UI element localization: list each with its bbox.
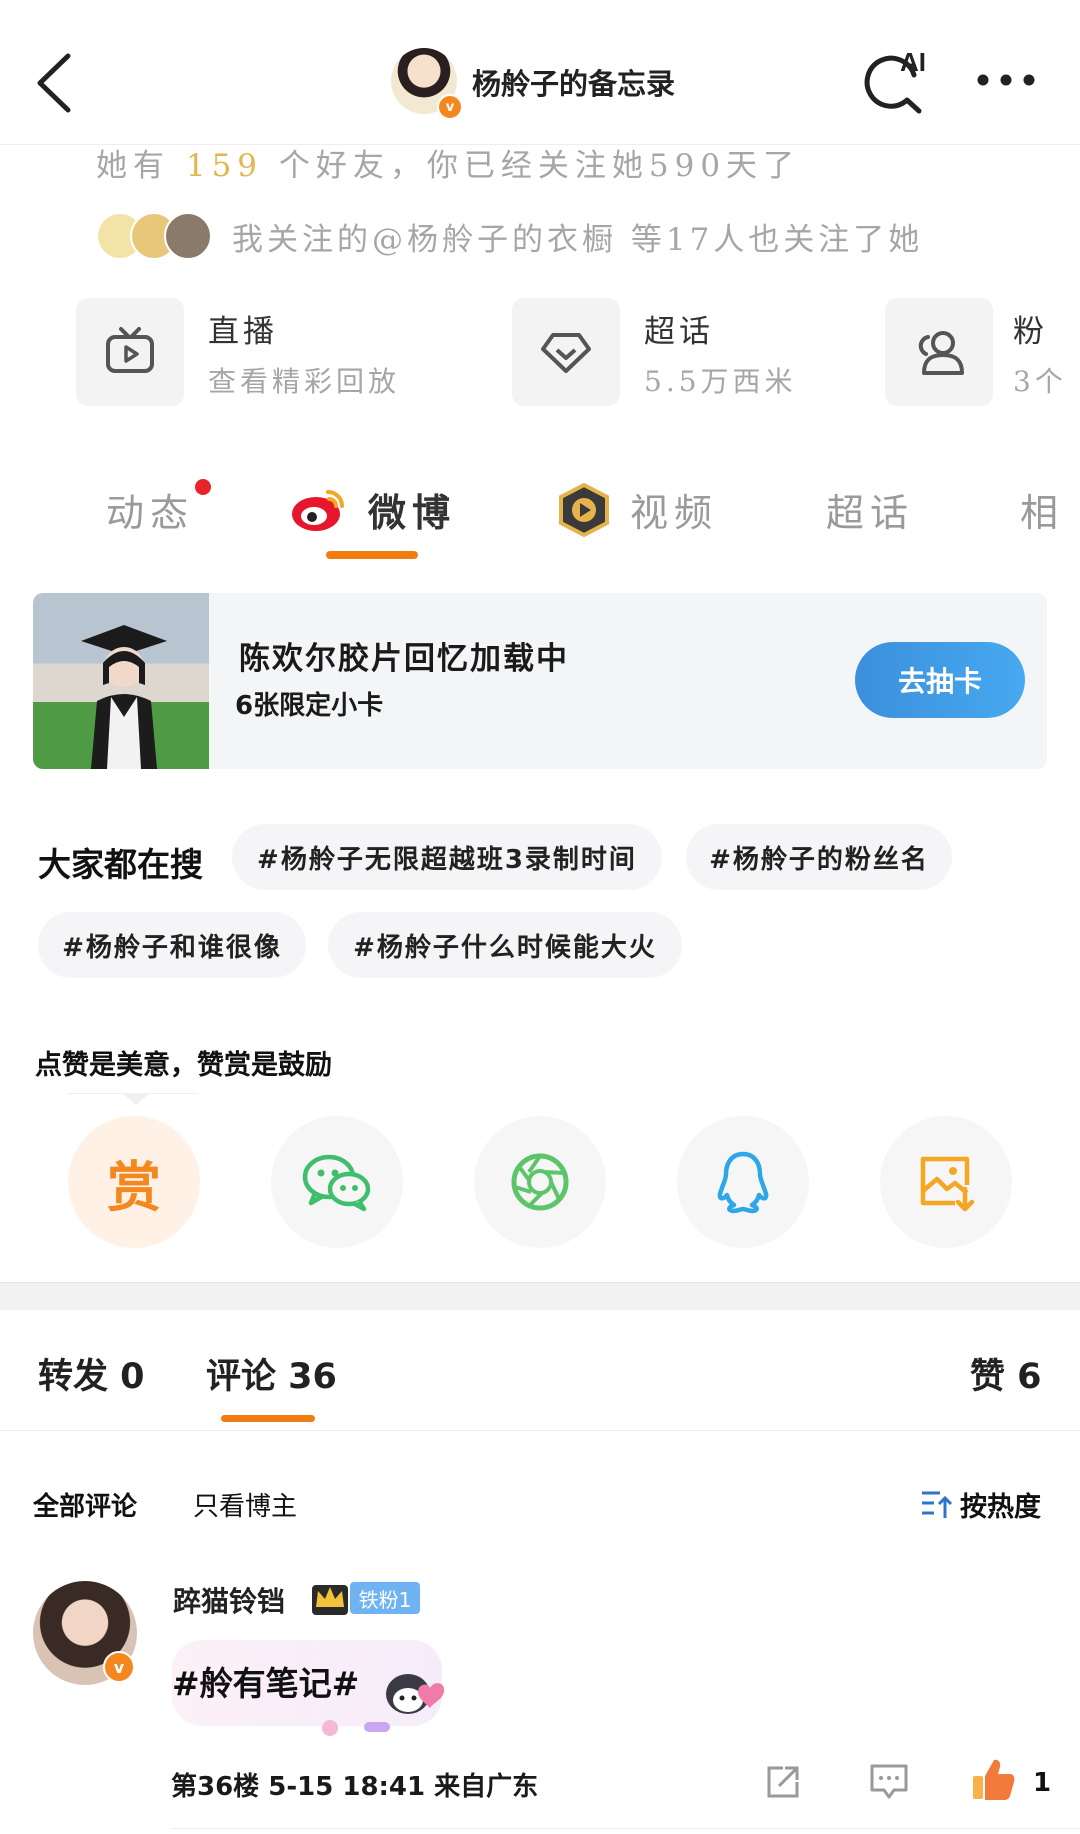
video-badge-icon <box>559 482 609 538</box>
ai-search-icon[interactable]: AI <box>862 45 937 115</box>
tv-icon <box>106 327 154 373</box>
ai-label: AI <box>900 47 926 77</box>
kuromi-sticker <box>322 1674 445 1736</box>
reward-button[interactable]: 赏 <box>68 1116 200 1248</box>
feature-sub: 3个 <box>1013 365 1067 398</box>
tab-album[interactable]: 相 <box>1020 482 1064 537</box>
feature-name: 直播 <box>208 314 278 350</box>
feature-sub: 查看精彩回放 <box>208 365 401 398</box>
search-chip[interactable]: #杨舲子无限超越班3录制时间 <box>232 824 662 890</box>
section-separator <box>0 1282 1080 1310</box>
feature-name: 超话 <box>644 314 714 350</box>
comment-meta: 第36楼 5-15 18:41 来自广东 <box>171 1772 539 1802</box>
wechat-share-button[interactable] <box>271 1116 403 1248</box>
commenter-name[interactable]: 踤猫铃铛 <box>173 1580 285 1620</box>
verified-badge: v <box>437 94 463 120</box>
like-icon[interactable] <box>970 1756 1016 1802</box>
feature-live[interactable]: 直播 查看精彩回放 <box>76 298 436 406</box>
banner-image <box>33 593 209 769</box>
crown-icon <box>312 1585 348 1615</box>
like-count: 1 <box>1033 1768 1052 1798</box>
tab-reposts[interactable]: 转发 0 <box>38 1348 145 1399</box>
search-chip[interactable]: #杨舲子什么时候能大火 <box>328 912 682 978</box>
more-icon[interactable] <box>975 68 1037 92</box>
tab-weibo[interactable]: 微博 <box>368 482 456 537</box>
banner-subtitle: 6张限定小卡 <box>235 691 384 721</box>
weibo-logo-icon <box>292 490 344 531</box>
promo-banner[interactable]: 陈欢尔胶片回忆加载中 6张限定小卡 去抽卡 <box>33 593 1047 769</box>
qq-share-button[interactable] <box>677 1116 809 1248</box>
moments-share-button[interactable] <box>474 1116 606 1248</box>
diamond-icon <box>541 333 591 373</box>
feature-supertopic[interactable]: 超话 5.5万西米 <box>512 298 812 406</box>
notification-dot <box>195 479 211 495</box>
mutual-follow-text[interactable]: 我关注的@杨舲子的衣橱 等17人也关注了她 <box>232 214 923 259</box>
draw-card-button[interactable]: 去抽卡 <box>855 642 1025 718</box>
comment-icon[interactable] <box>868 1762 910 1802</box>
save-image-icon <box>920 1156 975 1212</box>
active-tab-indicator <box>326 551 418 559</box>
feature-fans[interactable]: 粉 3个 <box>885 298 1080 406</box>
moments-icon <box>511 1153 569 1211</box>
tab-comments[interactable]: 评论 36 <box>206 1348 337 1399</box>
trending-search-label: 大家都在搜 <box>38 845 203 884</box>
tab-likes[interactable]: 赞 6 <box>970 1348 1042 1399</box>
share-label: 点赞是美意，赞赏是鼓励 <box>35 1050 332 1081</box>
feature-name: 粉 <box>1013 314 1048 350</box>
back-icon[interactable] <box>30 48 80 118</box>
friends-suffix: 个好友，你已经关注她590天了 <box>278 148 801 184</box>
users-icon <box>918 331 964 375</box>
fan-level-badge: 铁粉1 <box>350 1582 420 1614</box>
tab-supertopic[interactable]: 超话 <box>826 482 914 537</box>
banner-title: 陈欢尔胶片回忆加载中 <box>239 641 569 677</box>
tab-video[interactable]: 视频 <box>630 482 718 537</box>
commenter-verified-badge: v <box>103 1651 135 1683</box>
sort-by-popularity[interactable]: 按热度 <box>960 1485 1041 1524</box>
divider <box>0 1430 1080 1431</box>
page-title[interactable]: 杨舲子的备忘录 <box>472 61 675 103</box>
top-bar: v 杨舲子的备忘录 AI <box>0 0 1080 145</box>
reward-icon: 赏 <box>107 1155 161 1219</box>
search-chip[interactable]: #杨舲子和谁很像 <box>38 912 306 978</box>
friends-count: 159 <box>185 148 264 184</box>
filter-all-comments[interactable]: 全部评论 <box>33 1486 137 1523</box>
mutual-avatars[interactable] <box>96 210 214 260</box>
search-chip[interactable]: #杨舲子的粉丝名 <box>686 824 952 890</box>
mutual-avatar <box>164 212 212 260</box>
sort-icon[interactable] <box>920 1488 952 1520</box>
qq-icon <box>717 1151 769 1214</box>
friends-info: 她有 159 个好友，你已经关注她590天了 <box>96 140 800 185</box>
share-icon[interactable] <box>763 1762 803 1802</box>
divider <box>171 1828 1080 1829</box>
tab-dynamic[interactable]: 动态 <box>106 482 194 537</box>
graduate-photo <box>81 625 167 769</box>
share-pointer <box>122 1093 150 1105</box>
wechat-icon <box>302 1154 371 1212</box>
comment-tab-indicator <box>221 1415 315 1422</box>
feature-sub: 5.5万西米 <box>644 365 797 398</box>
filter-owner-only[interactable]: 只看博主 <box>193 1486 297 1523</box>
friends-prefix: 她有 <box>96 148 170 184</box>
save-image-button[interactable] <box>880 1116 1012 1248</box>
